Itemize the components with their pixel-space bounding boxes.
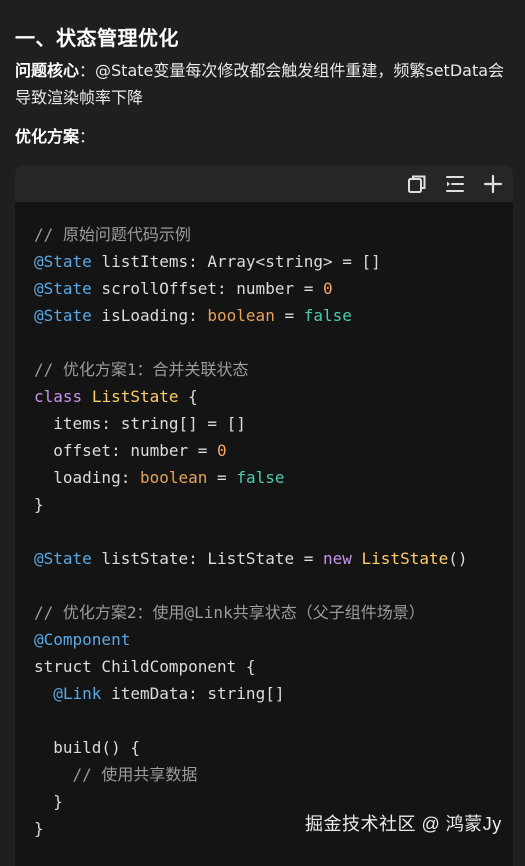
code-toolbar [15, 166, 513, 202]
code-line: @State listItems: Array<string> = [] [34, 248, 513, 275]
solution-label: 优化方案 [15, 127, 80, 146]
problem-text: ：@State变量每次修改都会触发组件重建，频繁setData会导致渲染帧率下降 [15, 61, 505, 107]
code-token: @State [34, 279, 92, 298]
code-token: = [207, 468, 237, 487]
watermark: 掘金技术社区 @ 鸿蒙Jy [305, 814, 502, 834]
code-token: listItems: Array<string> = [] [91, 252, 381, 271]
code-token: struct ChildComponent { [34, 657, 256, 676]
list-icon[interactable] [443, 172, 467, 196]
code-token: @State [34, 252, 92, 271]
code-token: new [322, 549, 352, 568]
code-line: build() { [34, 734, 513, 761]
code-line: // 使用共享数据 [34, 761, 513, 788]
code-token: () [448, 549, 468, 568]
code-token: 0 [217, 441, 227, 460]
plus-icon[interactable] [481, 172, 505, 196]
problem-label: 问题核心 [15, 61, 80, 80]
code-line: items: string[] = [] [34, 410, 513, 437]
section-heading: 一、状态管理优化 [15, 26, 179, 50]
code-line: @Link itemData: string[] [34, 680, 513, 707]
code-token: @Link [53, 684, 102, 703]
code-token: isLoading: [91, 306, 208, 325]
code-line: } [34, 491, 513, 518]
code-token: 0 [322, 279, 333, 298]
code-line: loading: boolean = false [34, 464, 513, 491]
code-token: ListState [361, 549, 449, 568]
code-token: = [274, 306, 304, 325]
code-line: @State isLoading: boolean = false [34, 302, 513, 329]
code-line: // 优化方案2：使用@Link共享状态（父子组件场景） [34, 599, 513, 626]
code-token: } [34, 495, 44, 514]
code-token: boolean [207, 306, 275, 325]
code-line: // 优化方案1：合并关联状态 [34, 356, 513, 383]
solution-colon: ： [79, 127, 96, 146]
code-token: boolean [139, 468, 208, 487]
code-line: struct ChildComponent { [34, 653, 513, 680]
code-block: // 原始问题代码示例 @State listItems: Array<strin… [15, 166, 513, 866]
code-content[interactable]: // 原始问题代码示例 @State listItems: Array<strin… [15, 202, 513, 842]
code-token: false [236, 468, 285, 487]
copy-icon[interactable] [405, 172, 429, 196]
top-strip [0, 0, 525, 8]
code-token: false [303, 306, 352, 325]
code-line: @State scrollOffset: number = 0 [34, 275, 513, 302]
code-line: // 原始问题代码示例 [34, 221, 513, 248]
code-token: // 使用共享数据 [34, 765, 198, 784]
code-token: loading: [34, 468, 140, 487]
code-token: // 优化方案1：合并关联状态 [34, 360, 249, 379]
solution-heading: 优化方案： [15, 123, 95, 150]
code-token: @State [34, 306, 92, 325]
code-token: @State [34, 549, 92, 568]
code-token: } [34, 819, 44, 838]
code-line: @State listState: ListState = new ListSt… [34, 545, 513, 572]
code-line: @Component [34, 626, 513, 653]
code-token: items: string[] = [] [34, 414, 246, 433]
code-token: @Component [34, 630, 131, 649]
code-token: { [178, 387, 198, 406]
code-token: class [34, 387, 83, 406]
code-token: ListState [91, 387, 179, 406]
code-token: offset: number = [34, 441, 218, 460]
code-token: itemData: string[] [101, 684, 285, 703]
code-token: // 原始问题代码示例 [34, 225, 191, 244]
problem-paragraph: 问题核心：@State变量每次修改都会触发组件重建，频繁setData会导致渲染… [15, 57, 510, 111]
code-token: listState: ListState = [91, 549, 323, 568]
code-token: } [34, 792, 63, 811]
code-token: scrollOffset: number = [91, 279, 323, 298]
code-token: // 优化方案2：使用@Link共享状态（父子组件场景） [34, 603, 425, 622]
code-line: offset: number = 0 [34, 437, 513, 464]
code-token: build() { [34, 738, 140, 757]
code-line: class ListState { [34, 383, 513, 410]
